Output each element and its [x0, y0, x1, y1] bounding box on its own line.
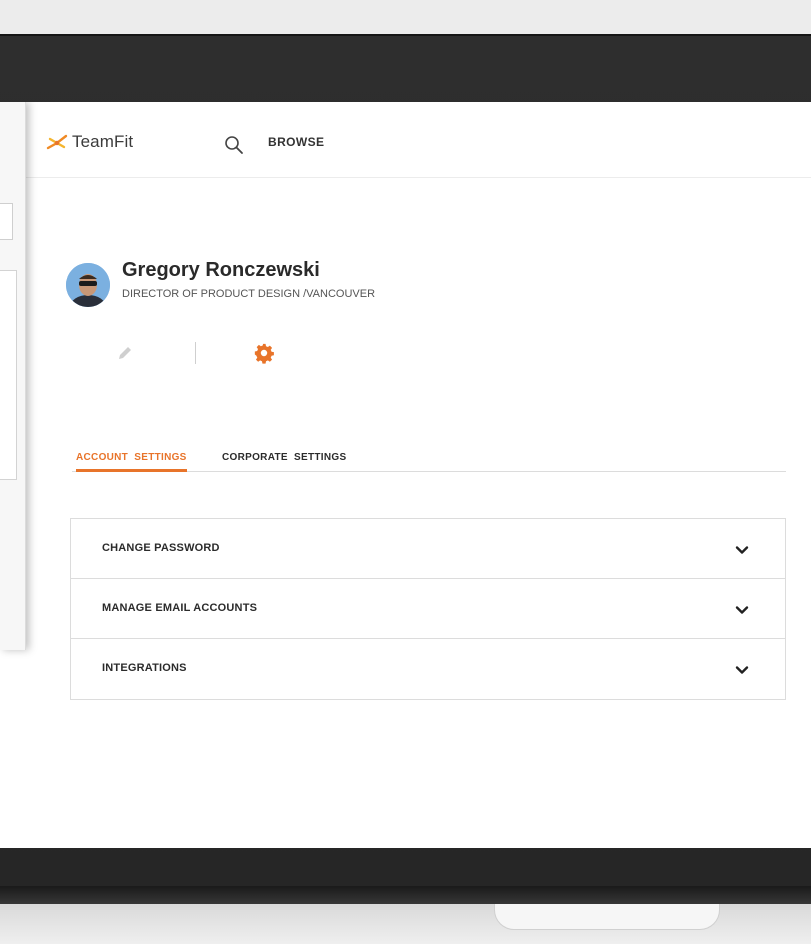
side-panel [0, 102, 26, 650]
tab-account-settings[interactable]: ACCOUNT SETTINGS [76, 452, 187, 472]
brand-logo[interactable]: TeamFit [46, 130, 133, 154]
profile-title: DIRECTOR OF PRODUCT DESIGN /VANCOUVER [122, 288, 376, 300]
accordion-row-integrations[interactable]: INTEGRATIONS [71, 639, 785, 699]
laptop-hinge [0, 886, 811, 906]
accordion-row-change-password[interactable]: CHANGE PASSWORD [71, 519, 785, 579]
gear-icon[interactable] [253, 342, 275, 364]
brand-name: TeamFit [72, 132, 134, 151]
teamfit-logo-icon [46, 134, 68, 150]
accordion-row-manage-email[interactable]: MANAGE EMAIL ACCOUNTS [71, 579, 785, 639]
laptop-base-notch [494, 904, 720, 930]
search-icon[interactable] [224, 135, 244, 155]
accordion-label: INTEGRATIONS [102, 662, 187, 674]
settings-accordion: CHANGE PASSWORD MANAGE EMAIL ACCOUNTS IN… [70, 518, 786, 700]
side-panel-box [0, 270, 17, 480]
app-screen: TeamFit BROWSE Gregory Ronczewski DIRECT… [0, 102, 811, 848]
icon-divider [195, 342, 196, 364]
top-header: TeamFit BROWSE [0, 102, 811, 178]
chevron-down-icon[interactable] [735, 663, 749, 677]
settings-tabs: ACCOUNT SETTINGS CORPORATE SETTINGS [72, 452, 786, 472]
chevron-down-icon[interactable] [735, 543, 749, 557]
browse-link[interactable]: BROWSE [268, 135, 324, 149]
pencil-icon[interactable] [116, 344, 134, 362]
accordion-label: MANAGE EMAIL ACCOUNTS [102, 602, 258, 614]
side-panel-field[interactable] [0, 203, 13, 240]
accordion-label: CHANGE PASSWORD [102, 542, 220, 554]
avatar [66, 263, 110, 307]
tab-corporate-settings[interactable]: CORPORATE SETTINGS [222, 452, 346, 469]
profile-name: Gregory Ronczewski [122, 259, 320, 281]
chevron-down-icon[interactable] [735, 603, 749, 617]
